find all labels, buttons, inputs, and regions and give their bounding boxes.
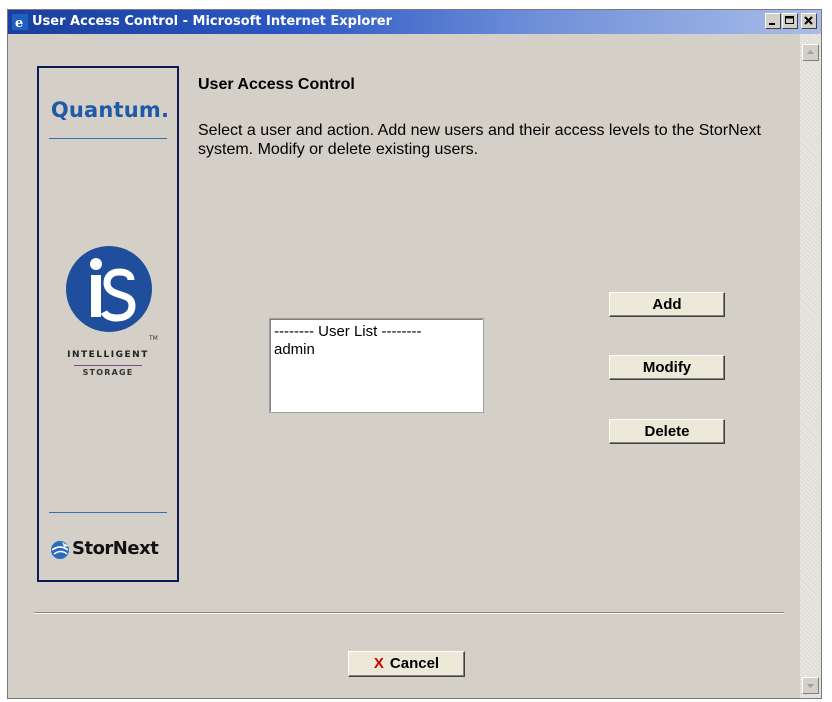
page-content: Quantum. TM INTELLIGENT STORAGE StorNext…: [8, 34, 800, 698]
close-icon: [804, 16, 813, 25]
trademark-mark: TM: [149, 335, 158, 342]
window-title: User Access Control - Microsoft Internet…: [32, 14, 392, 29]
stornext-logo-text: StorNext: [72, 538, 159, 559]
list-item[interactable]: -------- User List --------: [274, 323, 421, 340]
vertical-scrollbar[interactable]: [800, 34, 821, 698]
cancel-button[interactable]: X Cancel: [348, 651, 465, 677]
minimize-icon: [769, 23, 775, 25]
title-bar[interactable]: e User Access Control - Microsoft Intern…: [8, 10, 821, 34]
x-icon: X: [373, 655, 384, 672]
add-button[interactable]: Add: [609, 292, 725, 317]
page-description: Select a user and action. Add new users …: [198, 122, 761, 158]
quantum-logo: Quantum.: [50, 98, 170, 122]
scroll-up-button[interactable]: [802, 44, 819, 61]
tagline-intelligent: INTELLIGENT: [67, 350, 149, 360]
cancel-label: Cancel: [389, 655, 440, 672]
user-list[interactable]: -------- User List -------- admin: [269, 318, 484, 413]
delete-button[interactable]: Delete: [609, 419, 725, 444]
arrow-down-icon: [807, 684, 814, 688]
scroll-down-button[interactable]: [802, 677, 819, 694]
divider: [49, 138, 167, 139]
intelligent-storage-logo: [66, 246, 152, 332]
maximize-button[interactable]: [782, 13, 798, 29]
tagline-storage: STORAGE: [82, 368, 134, 377]
tagline-divider: [74, 365, 142, 366]
modify-button[interactable]: Modify: [609, 355, 725, 380]
ie-icon: e: [12, 14, 28, 30]
stornext-globe-icon: [51, 541, 69, 559]
page-title: User Access Control: [198, 76, 355, 93]
list-item[interactable]: admin: [274, 341, 315, 358]
maximize-icon: [785, 16, 794, 24]
close-button[interactable]: [801, 13, 817, 29]
brand-sidebar: Quantum. TM INTELLIGENT STORAGE StorNext: [37, 66, 179, 582]
svg-text:e: e: [15, 16, 23, 30]
browser-window: e User Access Control - Microsoft Intern…: [7, 9, 822, 699]
minimize-button[interactable]: [765, 13, 781, 29]
divider: [49, 512, 167, 513]
divider: [34, 612, 784, 613]
arrow-up-icon: [807, 50, 814, 54]
